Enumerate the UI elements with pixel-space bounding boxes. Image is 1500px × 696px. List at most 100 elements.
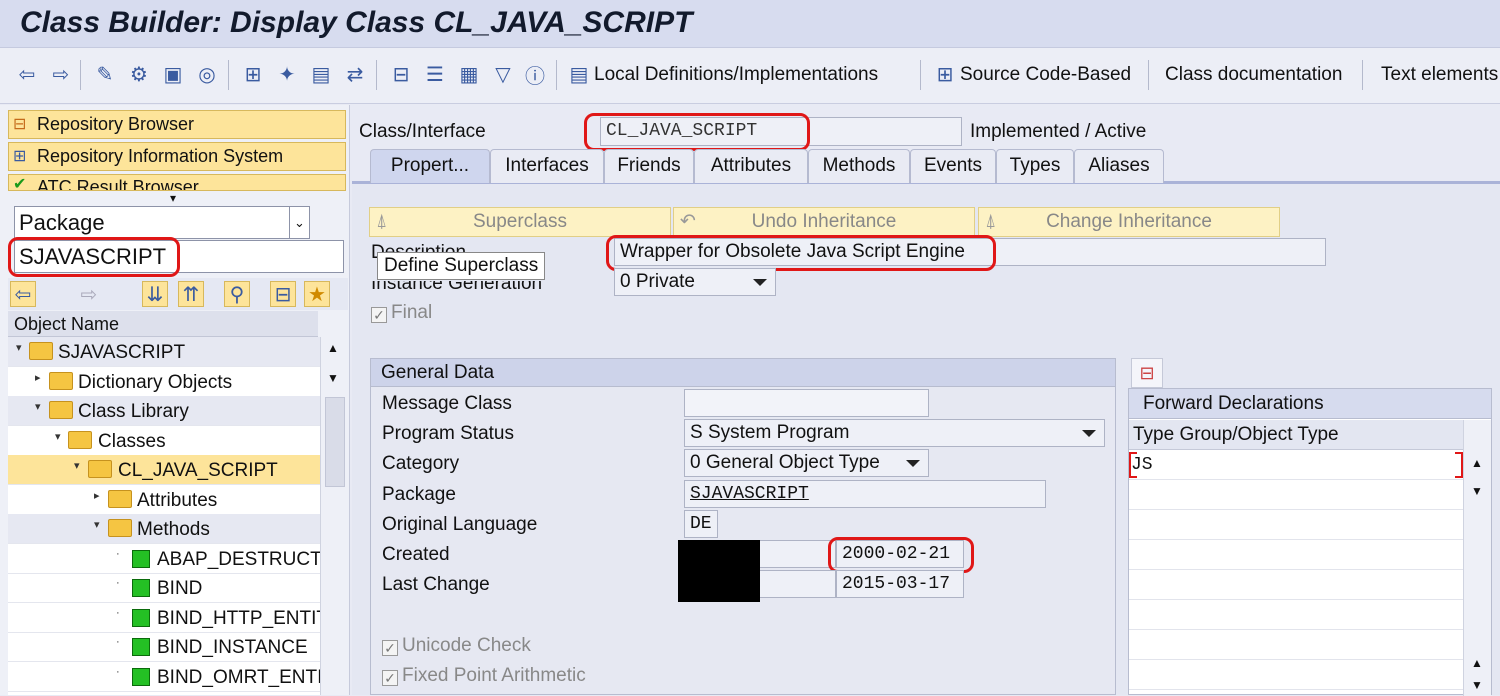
undo-inheritance-button[interactable]: ↶ Undo Inheritance xyxy=(673,207,975,237)
source-code-icon[interactable]: ⊞ xyxy=(932,61,958,87)
list-icon[interactable]: ☰ xyxy=(422,61,448,87)
folder-icon xyxy=(49,401,73,419)
dropdown-caret-icon[interactable] xyxy=(906,460,920,467)
tree-row-dictionary[interactable]: ▸ Dictionary Objects xyxy=(8,367,320,397)
tree-row-class-library[interactable]: ▾ Class Library xyxy=(8,396,320,426)
scroll-up-icon[interactable]: ▲ xyxy=(1471,456,1483,470)
tree-row-method[interactable]: · BIND xyxy=(8,573,320,603)
expand-triangle-icon[interactable]: ▾ xyxy=(16,341,22,354)
binoculars-icon[interactable]: ⚲ xyxy=(224,281,250,307)
forward-row[interactable] xyxy=(1129,540,1463,570)
delete-row-icon[interactable]: ⊟ xyxy=(1131,358,1163,388)
tab-methods[interactable]: Methods xyxy=(808,149,910,183)
display-change-icon[interactable]: ✎ xyxy=(92,61,118,87)
tree-row-class-selected[interactable]: ▾ CL_JAVA_SCRIPT xyxy=(8,455,320,485)
scroll-thumb[interactable] xyxy=(325,397,345,487)
repository-browser-button[interactable]: ⊟ Repository Browser xyxy=(8,110,346,139)
tab-properties[interactable]: Propert... xyxy=(370,149,490,183)
scroll-down-icon[interactable]: ▼ xyxy=(327,371,339,385)
scroll-up-icon[interactable]: ▲ xyxy=(1471,656,1483,670)
filter-icon[interactable]: ▽ xyxy=(490,61,516,87)
scroll-down-icon[interactable]: ▼ xyxy=(1471,678,1483,692)
expand-triangle-icon[interactable]: ▾ xyxy=(55,430,61,443)
other-object-icon[interactable]: ⚙ xyxy=(126,61,152,87)
hierarchy-icon[interactable]: ⊟ xyxy=(270,281,296,307)
tree-label: Dictionary Objects xyxy=(78,372,233,393)
forward-arrow-icon[interactable]: ⇨ xyxy=(48,61,74,87)
dropdown-caret-icon[interactable] xyxy=(1082,430,1096,437)
dropdown-caret-icon[interactable] xyxy=(753,279,767,286)
back-icon[interactable]: ⇦ xyxy=(10,281,36,307)
scroll-up-icon[interactable]: ▲ xyxy=(327,341,339,355)
created-label: Created xyxy=(382,544,450,565)
package-field[interactable]: SJAVASCRIPT xyxy=(684,480,1046,508)
expand-triangle-icon[interactable]: ▾ xyxy=(74,459,80,472)
test-icon[interactable]: ▤ xyxy=(308,61,334,87)
superclass-button[interactable]: ⍋ Superclass xyxy=(369,207,671,237)
program-status-select[interactable]: S System Program xyxy=(684,419,1105,447)
back-arrow-icon[interactable]: ⇦ xyxy=(14,61,40,87)
object-type-select[interactable]: Package ⌄ xyxy=(14,206,310,239)
change-inheritance-button[interactable]: ⍋ Change Inheritance xyxy=(978,207,1280,237)
tab-events[interactable]: Events xyxy=(910,149,996,183)
tree-row-package[interactable]: ▾ SJAVASCRIPT xyxy=(8,337,320,367)
forward-row[interactable] xyxy=(1129,510,1463,540)
favorites-star-icon[interactable]: ★ xyxy=(304,281,330,307)
scroll-down-icon[interactable]: ▼ xyxy=(1471,484,1483,498)
message-class-field[interactable] xyxy=(684,389,929,417)
tree-scrollbar[interactable]: ▲ ▼ xyxy=(320,337,348,695)
forward-row[interactable] xyxy=(1129,630,1463,660)
transport-icon[interactable]: ⇄ xyxy=(342,61,368,87)
forward-row[interactable] xyxy=(1129,600,1463,630)
instance-generation-select[interactable]: 0 Private xyxy=(614,268,776,296)
class-doc-button[interactable]: Class documentation xyxy=(1165,64,1342,86)
tab-types[interactable]: Types xyxy=(996,149,1074,183)
chevron-down-icon[interactable]: ⌄ xyxy=(289,207,309,238)
tree-row-method[interactable]: · BIND_OMRT_ENTI xyxy=(8,662,322,692)
collapse-triangle-icon[interactable]: ▸ xyxy=(35,371,41,384)
local-defs-icon[interactable]: ▤ xyxy=(566,61,592,87)
activate-icon[interactable]: ◎ xyxy=(194,61,220,87)
expand-triangle-icon[interactable]: ▾ xyxy=(35,400,41,413)
forward-scrollbar[interactable]: ▲ ▼ ▲ ▼ xyxy=(1463,420,1491,696)
tree-row-attributes[interactable]: ▸ Attributes xyxy=(8,485,320,515)
forward-icon[interactable]: ⇨ xyxy=(76,281,102,307)
table-icon[interactable]: ▦ xyxy=(456,61,482,87)
tree-row-method[interactable]: · ABAP_DESTRUCTC xyxy=(8,544,335,574)
expand-icon[interactable]: ⇊ xyxy=(142,281,168,307)
tab-aliases[interactable]: Aliases xyxy=(1074,149,1164,183)
forward-row[interactable] xyxy=(1129,660,1463,690)
splitter-handle-icon[interactable]: ▾ xyxy=(170,191,176,205)
forward-row[interactable]: JS xyxy=(1129,450,1463,480)
forward-row[interactable] xyxy=(1129,480,1463,510)
where-used-icon[interactable]: ⊞ xyxy=(240,61,266,87)
original-language-field[interactable]: DE xyxy=(684,510,718,538)
info-icon[interactable]: ⓘ xyxy=(522,61,548,88)
text-elements-button[interactable]: Text elements xyxy=(1381,64,1498,86)
tab-friends[interactable]: Friends xyxy=(604,149,694,183)
forward-row[interactable] xyxy=(1129,570,1463,600)
repository-browser-label: Repository Browser xyxy=(37,114,195,134)
local-defs-button[interactable]: Local Definitions/Implementations xyxy=(594,64,878,86)
tab-attributes[interactable]: Attributes xyxy=(694,149,808,183)
collapse-triangle-icon[interactable]: ▸ xyxy=(94,489,100,502)
tab-interfaces[interactable]: Interfaces xyxy=(490,149,604,183)
fixed-point-checkbox[interactable]: ✓ Fixed Point Arithmetic xyxy=(382,665,586,687)
category-select[interactable]: 0 General Object Type xyxy=(684,449,929,477)
tree-row-methods[interactable]: ▾ Methods xyxy=(8,514,320,544)
expand-triangle-icon[interactable]: ▾ xyxy=(94,518,100,531)
final-checkbox[interactable]: ✓ Final xyxy=(371,302,432,324)
atc-result-browser-button[interactable]: ✔ ATC Result Browser xyxy=(8,174,346,191)
tree-row-classes[interactable]: ▾ Classes xyxy=(8,426,320,456)
collapse-icon[interactable]: ⇈ xyxy=(178,281,204,307)
hierarchy-icon[interactable]: ⊟ xyxy=(388,61,414,87)
repository-info-button[interactable]: ⊞ Repository Information System xyxy=(8,142,346,171)
tree-row-method[interactable]: · BIND_INSTANCE xyxy=(8,632,320,662)
check-icon[interactable]: ▣ xyxy=(160,61,186,87)
last-change-label: Last Change xyxy=(382,574,490,595)
last-change-date-field[interactable]: 2015-03-17 xyxy=(836,570,964,598)
tree-row-method[interactable]: · BIND_HTTP_ENTIT xyxy=(8,603,328,633)
source-code-button[interactable]: Source Code-Based xyxy=(960,64,1131,86)
wand-icon[interactable]: ✦ xyxy=(274,61,300,87)
unicode-check-checkbox[interactable]: ✓ Unicode Check xyxy=(382,635,531,657)
